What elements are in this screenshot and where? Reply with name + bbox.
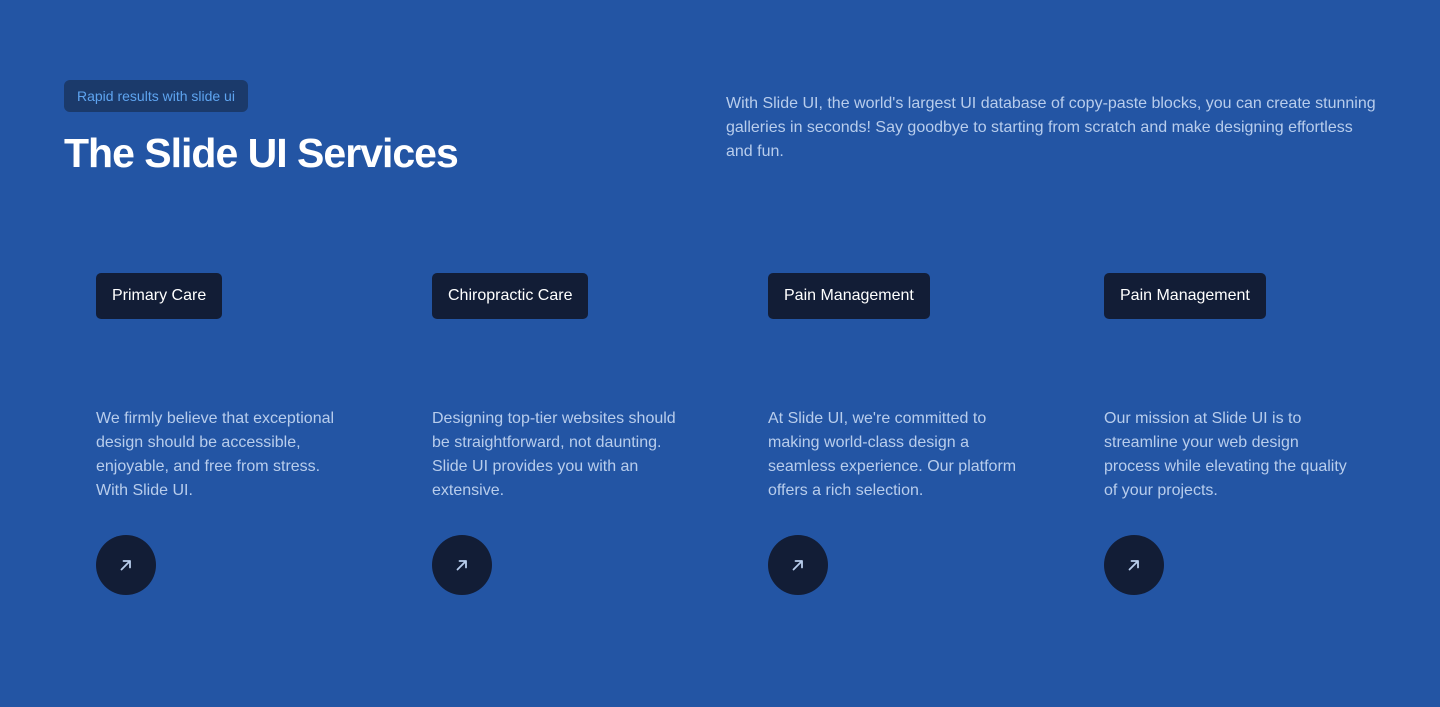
intro-text: With Slide UI, the world's largest UI da… <box>726 95 1376 160</box>
service-tag[interactable]: Pain Management <box>768 273 930 319</box>
service-description: At Slide UI, we're committed to making w… <box>768 410 1017 499</box>
eyebrow-badge: Rapid results with slide ui <box>64 80 248 112</box>
service-description: Our mission at Slide UI is to streamline… <box>1104 410 1347 499</box>
arrow-up-right-icon <box>120 560 131 571</box>
arrow-up-right-icon <box>1128 560 1139 571</box>
service-link-button[interactable] <box>1104 535 1164 595</box>
service-card-primary-care: Primary Care We firmly believe that exce… <box>96 273 356 595</box>
service-card-pain-management: Pain Management At Slide UI, we're commi… <box>768 273 1028 595</box>
service-link-button[interactable] <box>768 535 828 595</box>
services-section: Rapid results with slide ui The Slide UI… <box>0 0 1440 707</box>
service-tag[interactable]: Chiropractic Care <box>432 273 589 319</box>
arrow-up-right-icon <box>792 560 803 571</box>
service-link-button[interactable] <box>96 535 156 595</box>
service-description: We firmly believe that exceptional desig… <box>96 410 335 499</box>
service-tag[interactable]: Primary Care <box>96 273 223 319</box>
service-tag[interactable]: Pain Management <box>1104 273 1266 319</box>
service-description: Designing top-tier websites should be st… <box>432 410 676 499</box>
service-card-pain-management-2: Pain Management Our mission at Slide UI … <box>1104 273 1364 595</box>
service-link-button[interactable] <box>432 535 492 595</box>
service-card-chiropractic-care: Chiropractic Care Designing top-tier web… <box>432 273 692 595</box>
arrow-up-right-icon <box>456 560 467 571</box>
page-title: The Slide UI Services <box>64 130 459 176</box>
